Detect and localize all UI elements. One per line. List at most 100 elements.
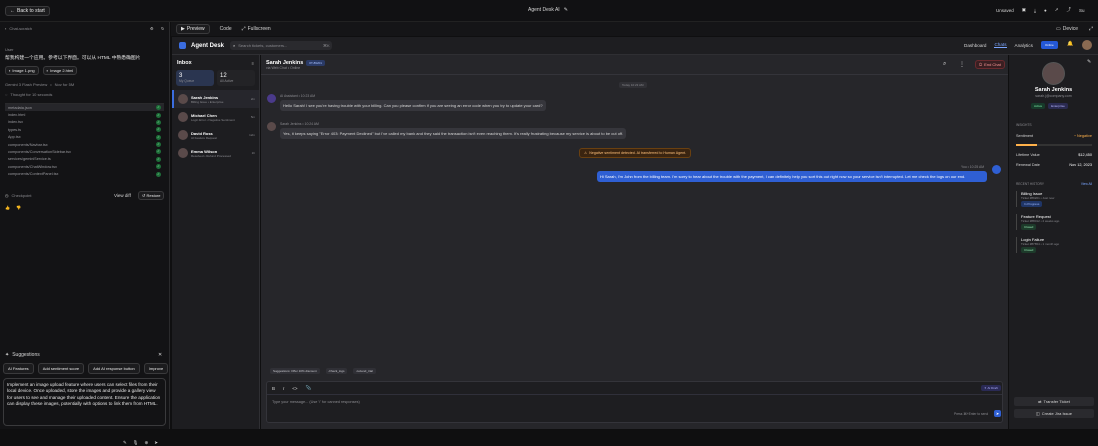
history-item[interactable]: Billing Issue Ticket #89201 • Just now In … — [1016, 191, 1094, 207]
nav-dashboard[interactable]: Dashboard — [964, 43, 986, 48]
attachment-2[interactable]: ▪ Image 2.html — [42, 66, 78, 75]
avatar — [178, 148, 188, 158]
bold-icon[interactable]: B — [272, 386, 275, 391]
clock-icon: ◷ — [5, 192, 9, 198]
pencil-icon[interactable]: ✎ — [123, 440, 127, 446]
file-row[interactable]: components/ChatWindow.tsx ✓ — [5, 163, 164, 170]
status-badge: In Progress — [1021, 201, 1043, 207]
quick-reply-chip[interactable]: /extend_trial — [353, 368, 376, 374]
history-item[interactable]: Feature Request Ticket #88012 • 2 weeks a… — [1016, 214, 1094, 230]
file-row[interactable]: index.tsx ✓ — [5, 119, 164, 126]
file-list: metadata.json ✓ index.html ✓ index.tsx ✓ types… — [5, 103, 164, 178]
italic-icon[interactable]: I — [283, 386, 284, 391]
logo-icon — [179, 42, 186, 49]
file-row[interactable]: metadata.json ✓ — [5, 104, 164, 112]
ai-draft-button[interactable]: ✦ AI Draft — [981, 385, 1001, 391]
create-jira-button[interactable]: ◫ Create Jira Issue — [1014, 409, 1094, 418]
suggestion-chip[interactable]: Add sentiment score — [37, 363, 85, 374]
thumbs-down-icon[interactable]: 👎 — [16, 205, 21, 210]
agent-avatar[interactable] — [1082, 40, 1092, 50]
thumbs-up-icon[interactable]: 👍 — [5, 205, 10, 210]
check-icon: ✓ — [156, 156, 161, 162]
rocket-icon[interactable]: ➚ — [1055, 7, 1059, 13]
back-button[interactable]: ← Back to start — [5, 5, 50, 16]
nav-chats[interactable]: Chats — [994, 42, 1007, 48]
status-badge: Closed — [1021, 247, 1037, 253]
quick-reply-chip[interactable]: Suggestions: Offer 10% discount — [270, 368, 320, 374]
more-icon[interactable]: ⋮ — [959, 61, 965, 68]
share-icon[interactable]: ⤴ — [1067, 7, 1072, 13]
chevron-icon[interactable]: ‹ — [5, 26, 6, 31]
tab-fullscreen[interactable]: ⤢ Fullscreen — [242, 26, 271, 32]
user-prompt: 帮我构建一个应用。参考以下界面。可以从 HTML 中熟悉确图片 — [5, 56, 141, 61]
edit-icon[interactable]: ✎ — [564, 7, 568, 13]
ticket-badge: #T-89201 — [306, 59, 325, 66]
tab-preview[interactable]: ▶ Preview — [176, 24, 210, 34]
sentiment-bar — [1016, 144, 1092, 146]
view-diff-button[interactable]: View diff — [114, 193, 131, 198]
top-bar: ← Back to start Agent Desk AI ✎ Unsaved ▣ ⤓… — [0, 0, 1098, 22]
check-icon: ✓ — [156, 127, 161, 133]
preview-bar: ▶ Preview Code ⤢ Fullscreen ▭ Device ⤢ — [171, 22, 1098, 36]
file-row[interactable]: components/Navbar.tsx ✓ — [5, 141, 164, 148]
conversation-item[interactable]: David Ross AI Feature Request 12m — [172, 126, 259, 144]
suggestion-chip[interactable]: Add AI response button — [88, 363, 140, 374]
attachment-1[interactable]: ▪ Image 1.png — [5, 66, 39, 75]
code-icon[interactable]: <> — [292, 386, 297, 391]
avatar[interactable]: Su — [1079, 8, 1085, 13]
attach-icon[interactable]: 📎 — [306, 385, 312, 391]
file-row[interactable]: App.tsx ✓ — [5, 134, 164, 141]
unsaved-label: Unsaved — [996, 7, 1014, 13]
stat-all-active[interactable]: 12 All Active — [217, 70, 255, 86]
view-all-link[interactable]: View All — [1081, 182, 1092, 186]
arrow-left-icon: ← — [10, 7, 15, 14]
close-icon[interactable]: ✕ — [158, 352, 162, 358]
restore-button[interactable]: ↺ Restore — [138, 190, 165, 200]
send-button[interactable]: ➤ — [994, 410, 1001, 417]
conversation-item[interactable]: Sarah Jenkins Billing Issue • Enterprise 2… — [172, 90, 259, 108]
file-row[interactable]: services/geminiService.ts ✓ — [5, 156, 164, 163]
github-icon[interactable]: ● — [1044, 8, 1047, 13]
sparkle-icon: ✦ — [5, 352, 10, 358]
file-row[interactable]: components/ConversationSidebar.tsx ✓ — [5, 148, 164, 155]
check-icon: ✓ — [156, 142, 161, 148]
stat-my-queue[interactable]: 3 My Queue — [176, 70, 214, 86]
save-icon[interactable]: ▣ — [1022, 7, 1026, 13]
end-chat-button[interactable]: ⏻ End Chat — [975, 60, 1005, 69]
file-row[interactable]: components/ContextPanel.tsx ✓ — [5, 170, 164, 177]
conversation-item[interactable]: Michael Chen Login Error • Negative Senti… — [172, 108, 259, 126]
left-panel: ‹ Chat-scratch ⚙ ↻ User 帮我构建一个应用。参考以下界面。可以… — [0, 22, 170, 445]
file-row[interactable]: index.html ✓ — [5, 111, 164, 118]
download-icon[interactable]: ⤓ — [1034, 8, 1036, 13]
filter-icon[interactable]: ≡ — [252, 61, 254, 66]
avatar — [178, 94, 188, 104]
tab-code[interactable]: Code — [220, 26, 232, 32]
suggestion-chip[interactable]: AI Features — [3, 363, 34, 374]
quick-reply-chip[interactable]: /check_logs — [325, 368, 348, 374]
app-header: Agent Desk ⌕ Search tickets, customers...… — [172, 37, 1098, 55]
nav-analytics[interactable]: Analytics — [1015, 43, 1033, 48]
message-input[interactable]: Type your message... (Use '/' for canned… — [267, 395, 1002, 409]
edit-icon[interactable]: ✎ — [1087, 59, 1091, 65]
plus-icon[interactable]: ⊕ — [145, 440, 149, 446]
refresh-icon[interactable]: ↻ — [161, 26, 164, 31]
prompt-input[interactable]: Implement an image upload feature where … — [3, 378, 166, 426]
history-item[interactable]: Login Failure Ticket #87654 • 1 month ago… — [1016, 237, 1094, 253]
check-icon: ✓ — [156, 119, 161, 125]
jira-icon: ◫ — [1035, 411, 1040, 416]
search-icon[interactable]: ⌕ — [943, 61, 946, 68]
history-list: Billing Issue Ticket #89201 • Just now In … — [1016, 191, 1094, 260]
expand-icon[interactable]: ⤢ — [1089, 26, 1093, 32]
file-row[interactable]: types.ts ✓ — [5, 126, 164, 133]
device-button[interactable]: ▭ Device — [1056, 26, 1078, 32]
status-badge[interactable]: Online — [1041, 41, 1058, 49]
mic-icon[interactable]: 🎙 — [133, 440, 139, 446]
search-input[interactable]: ⌕ Search tickets, customers... ⌘K — [230, 41, 332, 50]
bell-icon[interactable]: 🔔 — [1067, 41, 1073, 47]
send-icon[interactable]: ➤ — [154, 440, 158, 446]
transfer-ticket-button[interactable]: ⇄ Transfer Ticket — [1014, 397, 1094, 406]
settings-icon[interactable]: ⚙ — [150, 26, 154, 31]
conversation-item[interactable]: Emma Wilson Resolved • Refund Processed 1h — [172, 144, 259, 162]
inbox-title: Inbox — [177, 60, 192, 66]
suggestion-chip[interactable]: Improve — [143, 363, 169, 374]
